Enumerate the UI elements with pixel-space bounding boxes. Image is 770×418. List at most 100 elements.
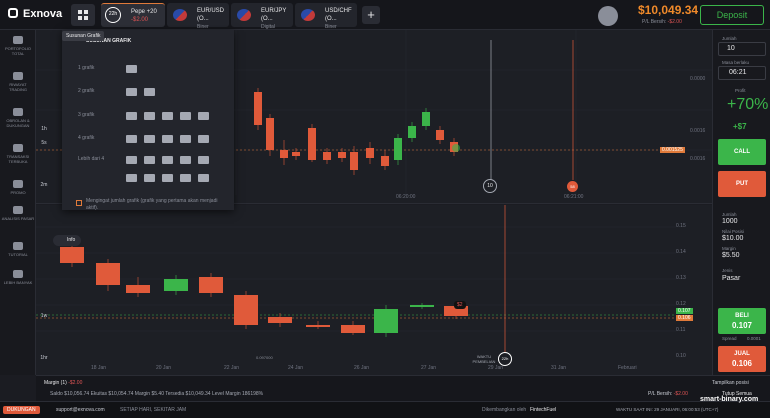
candle bbox=[381, 156, 389, 166]
sidebar-item-chat[interactable]: OBROLAN & DUKUNGAN bbox=[0, 108, 36, 128]
more-icon bbox=[13, 270, 23, 278]
position-stake-tag[interactable]: $2 bbox=[454, 301, 466, 309]
ask-price-tag: 0.107 bbox=[676, 308, 693, 314]
sidebar-item-portfolio[interactable]: PORTOFOLIO TOTAL bbox=[0, 36, 36, 56]
layout-tooltip: Susunan Grafik bbox=[62, 31, 105, 41]
add-tab-button[interactable]: + bbox=[362, 6, 380, 24]
chart-bottom-candles bbox=[60, 243, 468, 337]
candle bbox=[308, 128, 316, 160]
bottom-net-pl: P/L Bersih: -$2.00 bbox=[648, 391, 688, 397]
date-label: 29 Jan bbox=[488, 365, 504, 371]
tab-pepe[interactable]: 22h Pepe +20 -$2.00 bbox=[101, 3, 165, 27]
exnova-logo[interactable]: Exnova bbox=[8, 8, 62, 20]
layout-option-icon[interactable] bbox=[180, 135, 191, 143]
order-type-select[interactable]: Pasar bbox=[722, 275, 740, 282]
layout-option-icon[interactable] bbox=[126, 112, 137, 120]
layout-option-icon[interactable] bbox=[198, 135, 209, 143]
layout-option-icon[interactable] bbox=[144, 174, 155, 182]
timeframe-button[interactable]: 1w bbox=[38, 313, 50, 319]
amount-input[interactable]: 1000 bbox=[722, 218, 738, 225]
eurjpy-flag-icon bbox=[237, 9, 251, 21]
layout-row-label: Lebih dari 4 bbox=[78, 156, 105, 162]
layout-option-icon[interactable] bbox=[180, 156, 191, 164]
layout-option-icon[interactable] bbox=[162, 135, 173, 143]
candle bbox=[323, 152, 331, 160]
amount-input[interactable]: 10 bbox=[718, 42, 766, 56]
chart-layout-button[interactable] bbox=[71, 4, 95, 26]
top-bar: Exnova 22h Pepe +20 -$2.00 EUR/USD (O...… bbox=[0, 0, 770, 30]
sidebar-item-tutorial[interactable]: TUTORIAL bbox=[0, 242, 36, 257]
chart-bottom[interactable]: 18 Jan 20 Jan 22 Jan 24 Jan 26 Jan 27 Jan 29 J… bbox=[36, 205, 712, 375]
watermark: smart-binary.com bbox=[700, 396, 759, 403]
avatar[interactable] bbox=[598, 6, 618, 26]
layout-option-icon[interactable] bbox=[144, 112, 155, 120]
sell-button[interactable]: JUAL 0.106 bbox=[718, 346, 766, 372]
call-button[interactable]: CALL bbox=[718, 139, 766, 165]
layout-option-icon[interactable] bbox=[198, 174, 209, 182]
info-button[interactable]: Info bbox=[53, 235, 81, 246]
layout-option-icon[interactable] bbox=[144, 88, 155, 96]
profit-label: Profit bbox=[735, 88, 746, 93]
deadline-timer-icon: 58 bbox=[567, 181, 578, 192]
layout-option-icon[interactable] bbox=[162, 156, 173, 164]
layout-option-icon[interactable] bbox=[126, 135, 137, 143]
date-label: 24 Jan bbox=[288, 365, 304, 371]
margin-label: Margin bbox=[722, 246, 736, 251]
candle bbox=[96, 263, 120, 285]
layout-option-icon[interactable] bbox=[144, 135, 155, 143]
deposit-button[interactable]: Deposit bbox=[700, 5, 764, 25]
candle bbox=[306, 325, 330, 327]
layout-option-icon[interactable] bbox=[126, 88, 137, 96]
sidebar: PORTOFOLIO TOTAL RIWAYAT TRADING OBROLAN… bbox=[0, 30, 36, 375]
remember-checkbox[interactable] bbox=[76, 200, 82, 206]
layout-option-icon[interactable] bbox=[126, 156, 137, 164]
layout-option-icon[interactable] bbox=[162, 112, 173, 120]
candle bbox=[164, 279, 188, 291]
bid-price-tag: 0.106 bbox=[676, 315, 693, 321]
sidebar-item-promo[interactable]: PROMO bbox=[0, 180, 36, 195]
interval-button[interactable]: 1hr bbox=[38, 355, 50, 361]
chart-bottom-plot bbox=[36, 205, 676, 355]
layout-option-icon[interactable] bbox=[162, 174, 173, 182]
position-label: Nilai Posisi bbox=[722, 229, 745, 234]
tab-usdchf[interactable]: USD/CHF (O... Biner bbox=[295, 3, 357, 30]
date-label: 20 Jan bbox=[156, 365, 172, 371]
current-time: WAKTU SAAT INI: 29 JANUARI, 06:00:53 (UT… bbox=[616, 407, 719, 412]
sidebar-item-history[interactable]: RIWAYAT TRADING bbox=[0, 72, 36, 92]
margin-tab[interactable]: Margin (1) -$2.00 bbox=[44, 380, 82, 386]
show-positions-button[interactable]: Tampilkan posisi bbox=[712, 380, 749, 386]
layout-option-icon[interactable] bbox=[198, 112, 209, 120]
layout-option-icon[interactable] bbox=[180, 112, 191, 120]
candle bbox=[436, 130, 444, 140]
candle bbox=[374, 309, 398, 333]
support-button[interactable]: DUKUNGAN bbox=[3, 406, 40, 414]
margin-value: $5.50 bbox=[722, 252, 740, 259]
tab-eurusd[interactable]: EUR/USD (O... Biner bbox=[167, 3, 229, 30]
layout-option-icon[interactable] bbox=[126, 174, 137, 182]
put-button[interactable]: PUT bbox=[718, 171, 766, 197]
layout-option-icon[interactable] bbox=[180, 174, 191, 182]
layout-option-icon[interactable] bbox=[126, 65, 137, 73]
tab-eurjpy[interactable]: EUR/JPY (O... Digital bbox=[231, 3, 293, 30]
layout-option-icon[interactable] bbox=[198, 156, 209, 164]
layout-option-icon[interactable] bbox=[144, 156, 155, 164]
buy-button[interactable]: BELI 0.107 bbox=[718, 308, 766, 334]
candle bbox=[350, 152, 358, 170]
candle bbox=[60, 247, 84, 263]
expiry-button[interactable]: 2m bbox=[38, 182, 50, 188]
remember-note: Mengingat jumlah grafik (grafik yang per… bbox=[86, 198, 218, 211]
sidebar-item-more[interactable]: LEBIH BANYAK bbox=[0, 270, 36, 285]
support-email[interactable]: support@exnova.com bbox=[56, 407, 105, 413]
layout-row-label: 2 grafik bbox=[78, 88, 95, 94]
sidebar-item-analysis[interactable]: ANALISIS PASAR bbox=[0, 206, 36, 221]
sidebar-item-open-trades[interactable]: TRANSAKSI TERBUKA bbox=[0, 144, 36, 164]
timeframe-button[interactable]: 1h bbox=[38, 126, 50, 132]
net-pl: P/L Bersih: -$2.00 bbox=[642, 19, 682, 25]
usdchf-flag-icon bbox=[301, 9, 315, 21]
expiry-input[interactable]: 06:21 bbox=[718, 66, 766, 80]
tab-title: EUR/USD (O... bbox=[197, 8, 225, 22]
interval-button[interactable]: 5s bbox=[38, 140, 50, 146]
layout-row-label: 1 grafik bbox=[78, 65, 95, 71]
news-icon bbox=[13, 206, 23, 214]
balance[interactable]: $10,049.34 bbox=[638, 3, 698, 17]
